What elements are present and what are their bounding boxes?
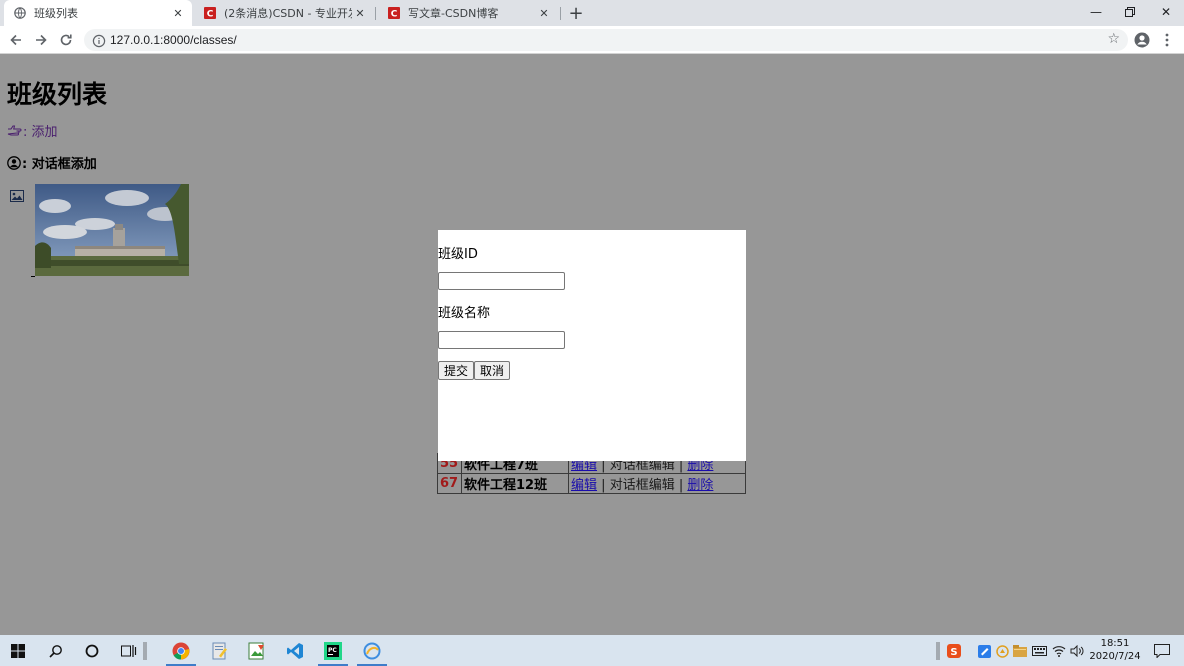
tab-title: (2条消息)CSDN - 专业开发者社区 bbox=[224, 7, 352, 20]
tab-separator bbox=[560, 7, 561, 20]
svg-text:C: C bbox=[207, 10, 214, 20]
tab-title: 写文章-CSDN博客 bbox=[408, 7, 499, 20]
task-view-icon[interactable] bbox=[117, 639, 141, 663]
new-tab-button[interactable]: + bbox=[566, 3, 586, 24]
page-title: 班级列表 bbox=[7, 80, 108, 109]
tray-folder-icon[interactable] bbox=[1011, 639, 1029, 663]
class-name: 软件工程12班 bbox=[461, 473, 569, 494]
tab-title: 班级列表 bbox=[34, 7, 78, 20]
restore-button[interactable] bbox=[1112, 0, 1148, 24]
dialog-edit-link[interactable]: 对话框编辑 bbox=[610, 478, 675, 493]
info-icon[interactable] bbox=[92, 33, 106, 48]
menu-kebab-icon[interactable] bbox=[1157, 30, 1177, 50]
system-clock[interactable]: 18:51 2020/7/24 bbox=[1088, 637, 1142, 663]
separator: | bbox=[601, 478, 606, 493]
svg-text:C: C bbox=[391, 10, 398, 20]
ime-icon[interactable]: S bbox=[945, 639, 963, 663]
tray-app-icon[interactable] bbox=[975, 639, 993, 663]
vscode-icon[interactable] bbox=[283, 639, 307, 663]
tab-write-article[interactable]: C 写文章-CSDN博客 ✕ bbox=[378, 0, 558, 26]
tray-divider bbox=[934, 639, 942, 663]
svg-text:S: S bbox=[950, 647, 957, 658]
close-tab-icon[interactable]: ✕ bbox=[536, 5, 552, 21]
wifi-icon[interactable] bbox=[1050, 639, 1068, 663]
delete-link[interactable]: 删除 bbox=[687, 478, 713, 493]
csdn-icon: C bbox=[204, 7, 216, 19]
class-name-label: 班级名称 bbox=[438, 306, 491, 321]
pycharm-icon[interactable]: PC bbox=[321, 639, 345, 663]
add-link-text: : 添加 bbox=[23, 125, 58, 140]
table-row: 67 软件工程12班 编辑 | 对话框编辑 | 删除 bbox=[437, 473, 746, 494]
dialog-add-link[interactable]: : 对话框添加 bbox=[7, 153, 97, 172]
search-icon[interactable] bbox=[44, 639, 68, 663]
minimize-button[interactable]: — bbox=[1078, 0, 1114, 24]
cortana-icon[interactable] bbox=[80, 639, 104, 663]
add-class-dialog: 班级ID 班级名称 提交 取消 bbox=[438, 230, 746, 461]
globe-icon bbox=[14, 7, 26, 19]
back-arrow-icon[interactable] bbox=[6, 30, 26, 50]
volume-icon[interactable] bbox=[1068, 639, 1086, 663]
tab-separator bbox=[375, 7, 376, 20]
address-bar[interactable]: 127.0.0.1:8000/classes/ ☆ bbox=[84, 29, 1128, 51]
class-id-label: 班级ID bbox=[438, 247, 478, 262]
profile-avatar-icon[interactable] bbox=[1132, 30, 1152, 50]
edit-link[interactable]: 编辑 bbox=[571, 478, 597, 493]
cancel-button[interactable]: 取消 bbox=[474, 361, 511, 380]
tray-cloud-icon[interactable] bbox=[993, 639, 1011, 663]
taskbar-divider bbox=[141, 639, 149, 663]
close-tab-icon[interactable]: ✕ bbox=[352, 5, 368, 21]
clock-date: 2020/7/24 bbox=[1089, 651, 1141, 662]
class-id-input[interactable] bbox=[438, 272, 565, 290]
browser-toolbar: 127.0.0.1:8000/classes/ ☆ bbox=[0, 26, 1184, 54]
campus-photo[interactable] bbox=[35, 184, 189, 276]
csdn-icon: C bbox=[388, 7, 400, 19]
dialog-add-text: : 对话框添加 bbox=[22, 157, 97, 172]
add-link[interactable]: : 添加 bbox=[7, 121, 58, 140]
browser-app-icon[interactable] bbox=[360, 639, 384, 663]
svg-text:PC: PC bbox=[328, 647, 337, 654]
user-circle-icon bbox=[7, 155, 21, 170]
chrome-icon[interactable] bbox=[169, 639, 193, 663]
url-text: 127.0.0.1:8000/classes/ bbox=[110, 33, 237, 47]
class-id: 67 bbox=[437, 473, 462, 494]
keyboard-icon[interactable] bbox=[1030, 639, 1048, 663]
page-content: 班级列表 : 添加 : 对话框添加 55 软件工程7班 编辑 | 对话框编辑 |… bbox=[0, 55, 1184, 635]
hand-point-right-icon bbox=[7, 125, 22, 137]
forward-arrow-icon[interactable] bbox=[31, 30, 51, 50]
row-actions: 编辑 | 对话框编辑 | 删除 bbox=[568, 473, 746, 494]
bookmark-star-icon[interactable]: ☆ bbox=[1107, 31, 1120, 47]
class-name-input[interactable] bbox=[438, 331, 565, 349]
submit-button[interactable]: 提交 bbox=[438, 361, 475, 380]
separator: | bbox=[678, 478, 684, 493]
close-window-button[interactable]: ✕ bbox=[1148, 0, 1184, 24]
notification-icon[interactable] bbox=[1150, 639, 1174, 663]
close-tab-icon[interactable]: ✕ bbox=[170, 5, 186, 21]
clock-time: 18:51 bbox=[1100, 638, 1130, 649]
tab-csdn[interactable]: C (2条消息)CSDN - 专业开发者社区 ✕ bbox=[194, 0, 374, 26]
tab-strip: 班级列表 ✕ C (2条消息)CSDN - 专业开发者社区 ✕ C 写文章-CS… bbox=[0, 0, 1184, 26]
link-underline bbox=[31, 276, 35, 277]
image-icon bbox=[10, 187, 24, 202]
image-editor-icon[interactable] bbox=[245, 639, 269, 663]
notepad-icon[interactable] bbox=[208, 639, 232, 663]
windows-taskbar: PC S 18:51 2020/7/24 bbox=[0, 635, 1184, 666]
tab-classes-list[interactable]: 班级列表 ✕ bbox=[4, 0, 192, 26]
windows-start-icon[interactable] bbox=[6, 639, 30, 663]
reload-icon[interactable] bbox=[56, 30, 76, 50]
